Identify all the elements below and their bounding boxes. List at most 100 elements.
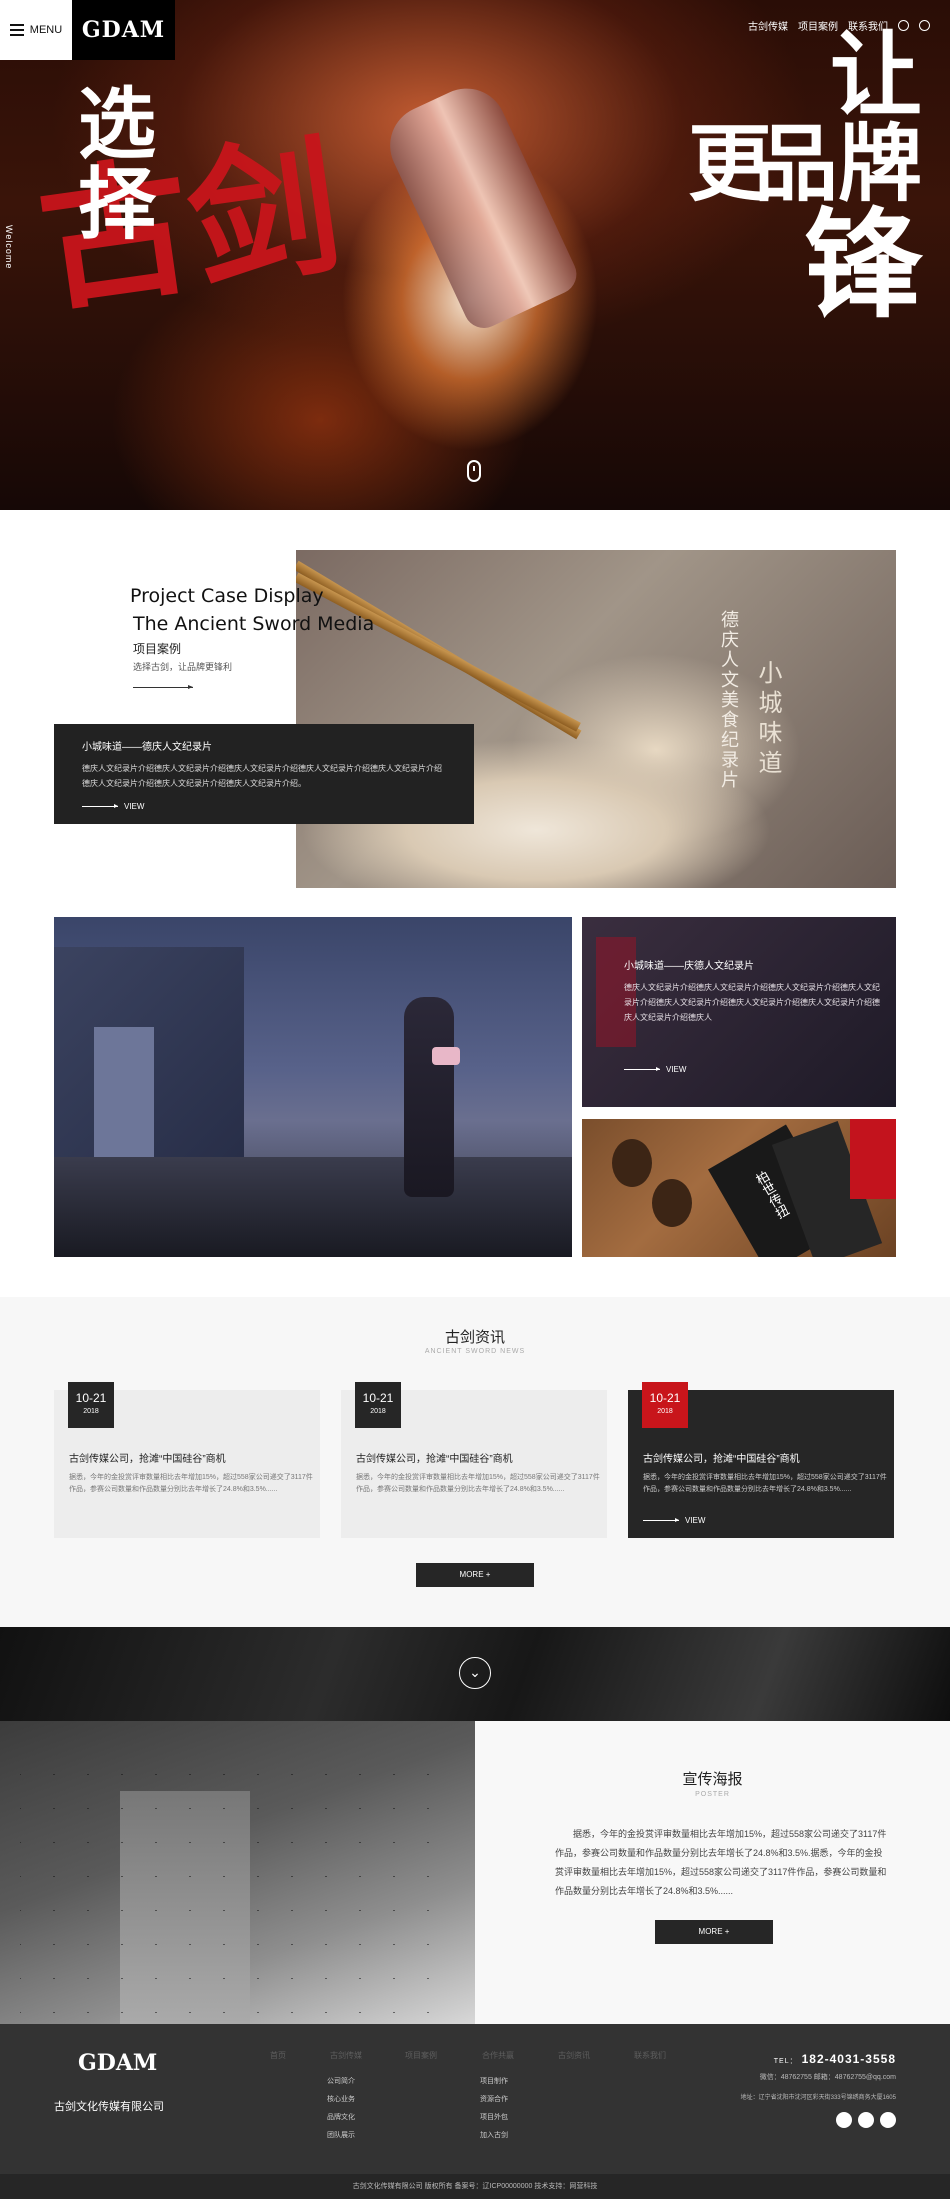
case-slogan: 选择古剑，让品牌更锋利 (133, 662, 233, 672)
hero-left-text: 选择 (78, 80, 161, 250)
hammer-graphic (377, 75, 583, 335)
case-image-caption: 德庆人文美食纪录片 (719, 610, 739, 790)
tel-label: TEL： (773, 2058, 798, 2065)
footer-nav-cases[interactable]: 项目案例 (405, 2050, 437, 2061)
case-card2-desc: 德庆人文纪录片介绍德庆人文纪录片介绍德庆人文纪录片介绍德庆人文纪录片介绍德庆人文… (624, 983, 880, 1022)
footer-address: 地址：辽宁省沈阳市沈河区彩天街333号锦绣商务大厦1605 (740, 2095, 896, 2101)
news-day: 10-21 (362, 1391, 394, 1405)
footer-social (836, 2112, 896, 2128)
news-card[interactable]: 10-21 2018 古剑传媒公司，抢滩“中国硅谷”商机 据悉，今年的金投赏评审数… (54, 1382, 320, 1538)
case-image-food[interactable]: 德庆人文美食纪录片 小城味道 (296, 550, 896, 888)
footer-nav-media[interactable]: 古剑传媒 (330, 2050, 362, 2061)
news-card[interactable]: 10-21 2018 古剑传媒公司，抢滩“中国硅谷”商机 据悉，今年的金投赏评审数… (628, 1382, 894, 1538)
tel-number: 182-4031-3558 (801, 2052, 896, 2066)
scroll-mouse-icon[interactable] (467, 460, 481, 482)
news-date-badge: 10-21 2018 (355, 1382, 401, 1428)
footer-nav-contact[interactable]: 联系我们 (634, 2050, 666, 2061)
poster-desc: 据悉，今年的金投赏评审数量相比去年增加15%，超过558家公司递交了3117件作… (555, 1829, 887, 1896)
news-desc: 据悉，今年的金投赏评审数量相比去年增加15%，超过558家公司递交了3117件作… (643, 1474, 887, 1493)
footer-link[interactable]: 加入古剑 (480, 2130, 508, 2140)
news-more-button[interactable]: MORE + (416, 1563, 534, 1587)
footer-phone: TEL： 182-4031-3558 (774, 2052, 896, 2066)
poster-subtitle: POSTER (695, 1791, 730, 1798)
news-date-badge: 10-21 2018 (68, 1382, 114, 1428)
arrow-line-icon (643, 1518, 679, 1522)
news-subtitle: ANCIENT SWORD NEWS (424, 1348, 526, 1355)
hero-right-line1: 让 (829, 22, 922, 129)
view-label: VIEW (685, 1516, 706, 1525)
weibo-icon[interactable] (919, 20, 930, 31)
footer-link[interactable]: 品牌文化 (327, 2112, 355, 2122)
view-link[interactable]: VIEW (82, 802, 144, 811)
logo[interactable]: GDAM (72, 17, 175, 43)
news-date-badge: 10-21 2018 (642, 1382, 688, 1428)
arrow-line-icon (82, 804, 118, 808)
poster-image[interactable] (0, 1721, 475, 2024)
case-image-title: 小城味道 (754, 660, 782, 780)
view-label: VIEW (124, 802, 145, 811)
footer-logo[interactable]: GDAM (78, 2050, 157, 2076)
chevron-down-icon[interactable]: ⌄ (459, 1657, 491, 1689)
footer-link[interactable]: 团队展示 (327, 2130, 355, 2140)
copyright: 古剑文化传媒有限公司 版权所有 备案号：辽ICP00000000 技术支持：网营… (0, 2174, 950, 2199)
news-title-text: 古剑传媒公司，抢滩“中国硅谷”商机 (356, 1454, 513, 1465)
menu-button[interactable]: MENU (0, 0, 72, 60)
case-card-title: 小城味道——德庆人文纪录片 (82, 742, 212, 753)
view-label: VIEW (666, 1065, 687, 1074)
news-desc: 据悉，今年的金投赏评审数量相比去年增加15%，超过558家公司递交了3117件作… (356, 1474, 600, 1493)
footer-nav-cooperation[interactable]: 合作共赢 (482, 2050, 514, 2061)
case-title-en2: The Ancient Sword Media (133, 613, 375, 635)
poster-more-button[interactable]: MORE + (655, 1920, 773, 1944)
lattice-graphic (20, 1741, 440, 2024)
lotus-seed-graphic (612, 1139, 652, 1187)
footer-link[interactable]: 公司简介 (327, 2076, 355, 2086)
hero-right-line3: 更 (687, 115, 772, 213)
case-title: Project Case Display The Ancient Sword M… (130, 582, 374, 638)
red-box-graphic (850, 1119, 896, 1199)
wechat-icon[interactable] (858, 2112, 874, 2128)
news-day: 10-21 (649, 1391, 681, 1405)
case-image-fashion[interactable] (54, 917, 572, 1257)
wechat-icon[interactable] (898, 20, 909, 31)
qq-icon[interactable] (880, 2112, 896, 2128)
hero-banner: 古剑 选择 让 品牌 更 锋 Welcome (0, 0, 950, 510)
case-card-secondary[interactable]: 小城味道——庆德人文纪录片 德庆人文纪录片介绍德庆人文纪录片介绍德庆人文纪录片介… (582, 917, 896, 1107)
railing-graphic (54, 1157, 572, 1257)
case-card2-title: 小城味道——庆德人文纪录片 (624, 961, 754, 972)
hero-right-text: 让 品牌 更 锋 (662, 22, 922, 334)
news-title-text: 古剑传媒公司，抢滩“中国硅谷”商机 (643, 1454, 800, 1465)
footer-company-name: 古剑文化传媒有限公司 (54, 2101, 164, 2113)
nav-item-contact[interactable]: 联系我们 (848, 18, 888, 33)
weibo-icon[interactable] (836, 2112, 852, 2128)
case-card[interactable]: 小城味道——德庆人文纪录片 德庆人文纪录片介绍德庆人文纪录片介绍德庆人文纪录片介… (54, 724, 474, 824)
footer-nav-home[interactable]: 首页 (270, 2050, 286, 2061)
case-image-packaging[interactable]: 柏世传扭 (582, 1119, 896, 1257)
hero-right-line4: 锋 (803, 196, 922, 334)
arrow-line-icon (133, 685, 193, 689)
news-title: 古剑资讯 (444, 1329, 505, 1346)
news-year: 2018 (83, 1408, 99, 1415)
news-year: 2018 (370, 1408, 386, 1415)
menu-label: MENU (29, 24, 63, 36)
poster-title: 宣传海报 (682, 1771, 743, 1788)
news-desc: 据悉，今年的金投赏评审数量相比去年增加15%，超过558家公司递交了3117件作… (69, 1474, 313, 1493)
footer-contact: 微信：48762755 邮箱：48762755@qq.com (759, 2074, 896, 2081)
footer-link[interactable]: 项目制作 (480, 2076, 508, 2086)
nav-item-cases[interactable]: 项目案例 (798, 18, 838, 33)
view-link[interactable]: VIEW (643, 1516, 705, 1525)
top-bar: MENU GDAM (0, 0, 175, 60)
case-card-desc: 德庆人文纪录片介绍德庆人文纪录片介绍德庆人文纪录片介绍德庆人文纪录片介绍德庆人文… (82, 764, 442, 788)
hamburger-icon (9, 21, 24, 39)
footer-nav-news[interactable]: 古剑资讯 (558, 2050, 590, 2061)
news-day: 10-21 (75, 1391, 107, 1405)
footer-link[interactable]: 资源合作 (480, 2094, 508, 2104)
welcome-label: Welcome (4, 225, 14, 270)
news-card[interactable]: 10-21 2018 古剑传媒公司，抢滩“中国硅谷”商机 据悉，今年的金投赏评审数… (341, 1382, 607, 1538)
view-link[interactable]: VIEW (624, 1065, 686, 1074)
footer-link[interactable]: 项目外包 (480, 2112, 508, 2122)
nav-item-media[interactable]: 古剑传媒 (748, 18, 788, 33)
news-title-text: 古剑传媒公司，抢滩“中国硅谷”商机 (69, 1454, 226, 1465)
case-title-en1: Project Case Display (130, 585, 324, 607)
footer-link[interactable]: 核心业务 (327, 2094, 355, 2104)
lotus-seed-graphic (652, 1179, 692, 1227)
